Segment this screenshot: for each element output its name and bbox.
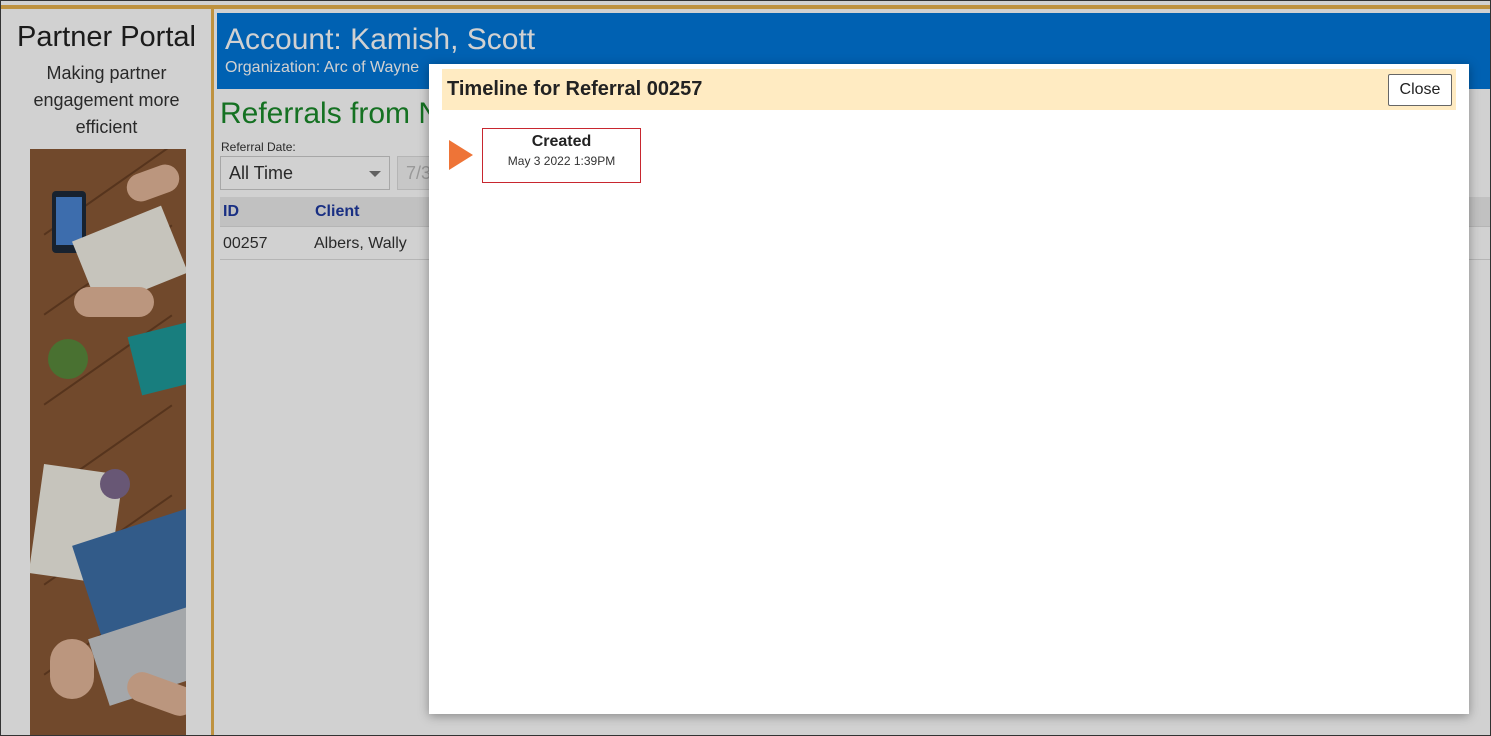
timeline-event: Created May 3 2022 1:39PM bbox=[482, 128, 641, 183]
dialog-header: Timeline for Referral 00257 Close bbox=[442, 69, 1456, 110]
app-window: Partner Portal Making partner engagement… bbox=[0, 0, 1491, 736]
timeline-dialog: Timeline for Referral 00257 Close Create… bbox=[429, 64, 1469, 714]
dialog-title: Timeline for Referral 00257 bbox=[447, 78, 703, 100]
close-button[interactable]: Close bbox=[1388, 74, 1452, 106]
timeline-event-time: May 3 2022 1:39PM bbox=[507, 154, 616, 168]
timeline-event-label: Created bbox=[531, 133, 592, 150]
timeline-arrow-icon bbox=[449, 140, 473, 170]
